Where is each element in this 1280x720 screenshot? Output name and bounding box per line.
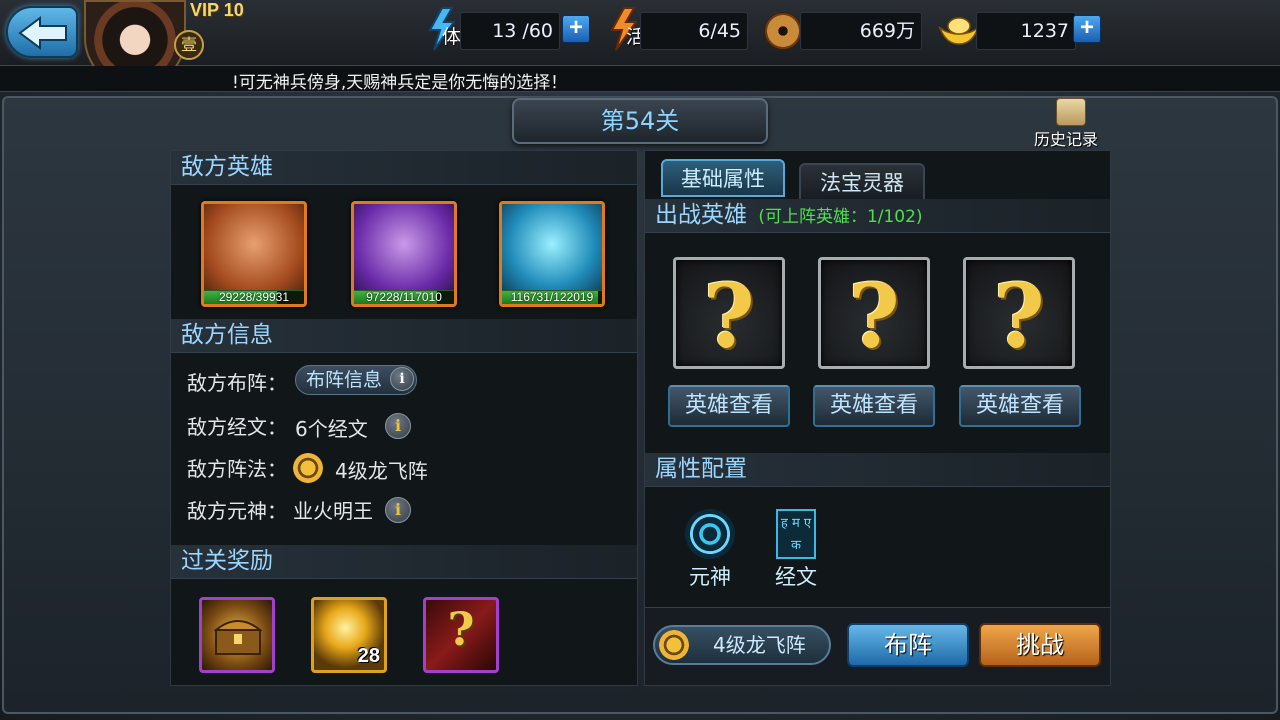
- enemy-array-label: 敌方阵法：: [187, 457, 287, 481]
- enemy-hero-card-1[interactable]: 29228/39931: [201, 201, 307, 307]
- scripture-config-button[interactable]: ह म ए क 经文: [761, 509, 831, 591]
- dragon-medal-icon: [293, 453, 323, 483]
- enemy-scripture-label: 敌方经文：: [187, 415, 287, 439]
- enemy-hero-card-3[interactable]: 116731/122019: [499, 201, 605, 307]
- scripture-book-icon: ह म ए क: [776, 509, 816, 559]
- vip-level: VIP 10: [190, 0, 244, 20]
- enemy-formation-label: 敌方布阵：: [187, 371, 287, 395]
- reward-golden-orb[interactable]: 28: [311, 597, 387, 673]
- reward-treasure-chest[interactable]: [199, 597, 275, 673]
- question-mark-icon: ?: [848, 264, 900, 368]
- hero-hp-bar: 97228/117010: [354, 290, 454, 304]
- hero-slot-1[interactable]: ?: [673, 257, 785, 369]
- enemy-array-value: 4级龙飞阵: [335, 459, 428, 483]
- reward-mystery-book[interactable]: ?: [423, 597, 499, 673]
- spirit-config-button[interactable]: 元神: [675, 509, 745, 591]
- view-hero-button-1[interactable]: 英雄查看: [668, 385, 790, 427]
- formation-selector-label: 4级龙飞阵: [713, 633, 806, 657]
- announcement-marquee: !可无神兵傍身,天赐神兵定是你无悔的选择！: [0, 66, 1280, 92]
- scroll-icon: [1056, 98, 1086, 126]
- battle-heroes-heading: 出战英雄 (可上阵英雄：1/102): [645, 199, 1110, 233]
- hero-hp-text: 116731/122019: [510, 290, 594, 304]
- info-icon: i: [390, 367, 414, 391]
- copper-value: 669万: [800, 12, 922, 50]
- attribute-config-heading: 属性配置: [645, 453, 1110, 487]
- dragon-medal-icon: [659, 630, 689, 660]
- history-record-label: 历史记录: [1034, 130, 1099, 149]
- gold-plus-button[interactable]: +: [1073, 15, 1101, 43]
- hero-hp-bar: 29228/39931: [204, 290, 304, 304]
- enemy-scripture-value: 6个经文: [295, 417, 368, 441]
- challenge-button[interactable]: 挑战: [979, 623, 1101, 667]
- gold-value: 1237: [976, 12, 1076, 50]
- formation-selector[interactable]: 4级龙飞阵: [653, 625, 831, 665]
- rewards-heading: 过关奖励: [171, 545, 637, 579]
- reward-count: 28: [357, 645, 380, 667]
- hero-hp-text: 97228/117010: [366, 290, 442, 304]
- tab-treasures[interactable]: 法宝灵器: [799, 163, 925, 201]
- question-mark-icon: ?: [993, 264, 1045, 368]
- scripture-info-button[interactable]: i: [385, 413, 411, 439]
- question-mark-icon: ?: [447, 602, 475, 656]
- stage-title: 第54关: [512, 98, 768, 144]
- spirit-swirl-icon: [685, 509, 735, 559]
- formation-info-label: 布阵信息: [306, 369, 383, 391]
- history-record-button[interactable]: 历史记录: [1030, 96, 1110, 152]
- back-arrow-icon: [18, 16, 67, 50]
- formation-info-button[interactable]: 布阵信息 i: [295, 365, 417, 395]
- tab-basic-attributes[interactable]: 基础属性: [661, 159, 785, 197]
- vip-rank-badge: 壹: [174, 30, 204, 60]
- gold-ingot-icon: [938, 14, 980, 48]
- hero-hp-bar: 116731/122019: [502, 290, 602, 304]
- energy-value: 6/45: [640, 12, 748, 50]
- treasure-chest-icon: [214, 620, 262, 655]
- hero-hp-text: 29228/39931: [218, 290, 290, 304]
- back-button[interactable]: [6, 6, 78, 58]
- question-mark-icon: ?: [703, 264, 755, 368]
- enemy-panel: 敌方英雄 29228/39931 97228/117010 116731/122…: [170, 150, 638, 686]
- deployable-count: (可上阵英雄：1/102): [758, 207, 923, 227]
- deploy-button[interactable]: 布阵: [847, 623, 969, 667]
- stamina-value: 13 /60: [460, 12, 560, 50]
- enemy-spirit-label: 敌方元神：: [187, 499, 287, 523]
- battle-panel: 基础属性 法宝灵器 出战英雄 (可上阵英雄：1/102) ? ? ? 英雄查看 …: [644, 150, 1111, 686]
- enemy-info-heading: 敌方信息: [171, 319, 637, 353]
- scripture-config-label: 经文: [775, 565, 817, 589]
- view-hero-button-2[interactable]: 英雄查看: [813, 385, 935, 427]
- stamina-label: 体: [442, 26, 462, 48]
- announcement-text: !可无神兵傍身,天赐神兵定是你无悔的选择！: [232, 73, 568, 92]
- enemy-spirit-value: 业火明王: [293, 499, 373, 523]
- copper-coin-icon: [764, 12, 802, 50]
- spirit-config-label: 元神: [689, 565, 731, 589]
- enemy-heroes-heading: 敌方英雄: [171, 151, 637, 185]
- view-hero-button-3[interactable]: 英雄查看: [959, 385, 1081, 427]
- enemy-hero-card-2[interactable]: 97228/117010: [351, 201, 457, 307]
- battle-heroes-title: 出战英雄: [655, 202, 747, 228]
- stamina-plus-button[interactable]: +: [562, 15, 590, 43]
- hero-slot-3[interactable]: ?: [963, 257, 1075, 369]
- spirit-info-button[interactable]: i: [385, 497, 411, 523]
- hero-slot-2[interactable]: ?: [818, 257, 930, 369]
